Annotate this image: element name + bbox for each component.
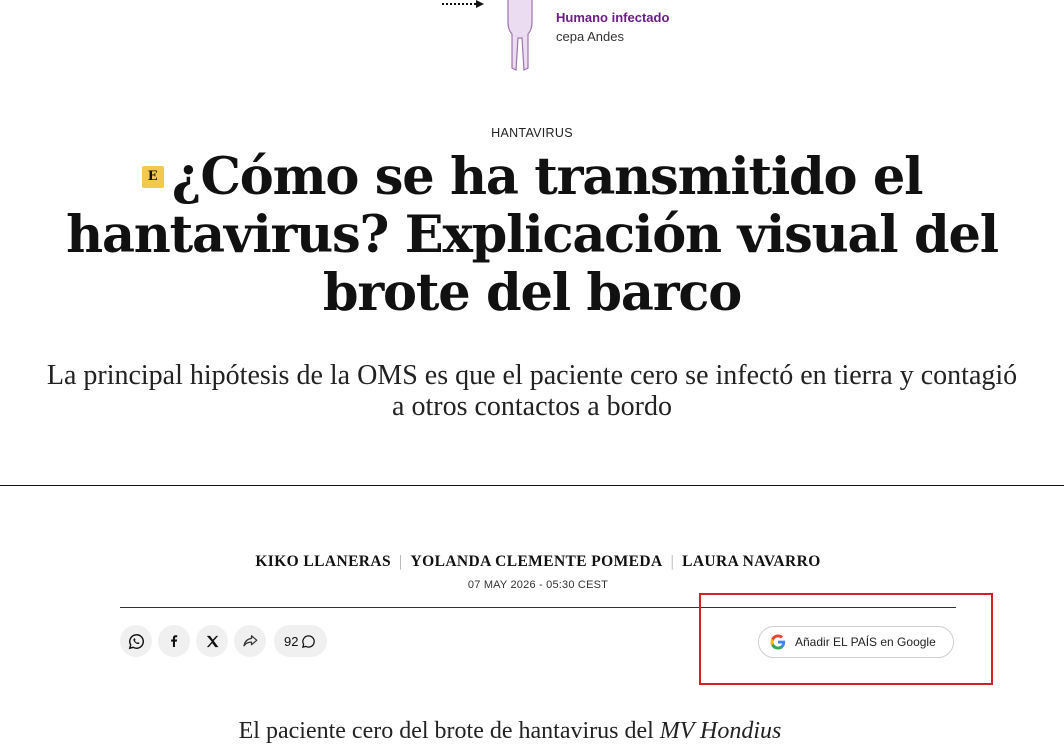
caption-bold: Humano infectado — [556, 10, 670, 25]
whatsapp-share-button[interactable] — [120, 625, 152, 657]
share-bar: 92 — [120, 625, 328, 657]
highlight-annotation — [699, 593, 993, 685]
author-link[interactable]: KIKO LLANERAS — [255, 553, 391, 570]
author-link[interactable]: YOLANDA CLEMENTE POMEDA — [411, 553, 663, 570]
divider — [0, 485, 1064, 486]
facebook-icon — [171, 635, 178, 647]
facebook-share-button[interactable] — [158, 625, 190, 657]
section-kicker[interactable]: HANTAVIRUS — [0, 126, 1064, 140]
article-headline: E ¿Cómo se ha transmitido el hantavirus? … — [40, 148, 1024, 322]
author-byline: KIKO LLANERAS | YOLANDA CLEMENTE POMEDA | LA… — [0, 553, 1064, 571]
exclusive-badge: E — [141, 166, 164, 188]
headline-text: ¿Cómo se ha transmitido el hantavirus? E… — [66, 147, 999, 323]
infographic-fragment: Humano infectado cepa Andes — [440, 0, 680, 80]
byline-separator: | — [399, 553, 403, 570]
x-share-button[interactable] — [196, 625, 228, 657]
body-text: El paciente cero del brote de hantavirus… — [238, 718, 660, 744]
ship-name: MV Hondius — [659, 718, 782, 744]
publish-date: 07 MAY 2026 - 05:30 CEST — [467, 579, 609, 591]
caption-rest: cepa Andes — [556, 29, 624, 44]
share-arrow-icon — [243, 635, 258, 647]
article-subhead: La principal hipótesis de la OMS es que … — [46, 360, 1018, 422]
whatsapp-icon — [128, 633, 144, 649]
comment-bubble-icon — [302, 634, 316, 648]
byline-separator: | — [670, 553, 675, 570]
article-body-first-line: El paciente cero del brote de hantavirus… — [0, 715, 1020, 747]
author-link[interactable]: LAURA NAVARRO — [682, 553, 821, 570]
human-figure-illustration — [442, 0, 533, 71]
x-icon — [206, 635, 218, 647]
comments-button[interactable]: 92 — [274, 625, 328, 657]
comments-count: 92 — [284, 633, 299, 649]
illustration-caption: Humano infectado cepa Andes — [556, 8, 686, 46]
share-button[interactable] — [234, 625, 266, 657]
